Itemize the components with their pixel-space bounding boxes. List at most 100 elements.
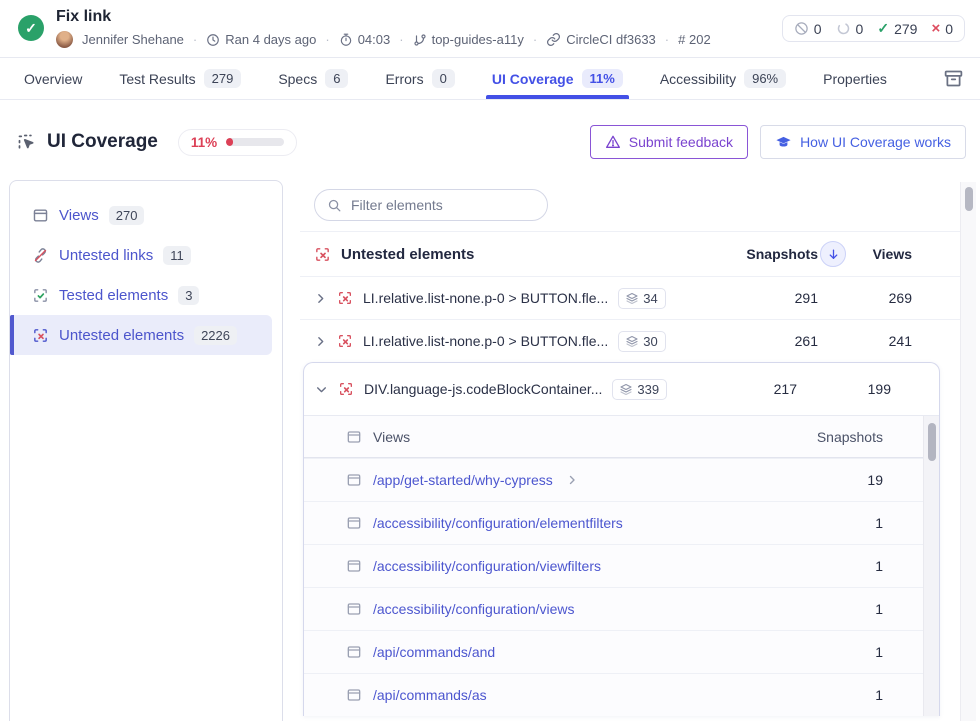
clock-icon (206, 33, 220, 47)
chevron-right-icon[interactable] (314, 292, 327, 305)
pending-count: 0 (836, 21, 864, 37)
view-row[interactable]: /accessibility/configuration/elementfilt… (304, 501, 939, 544)
snapshots-value: 1 (823, 687, 883, 703)
nested-scrollbar[interactable] (923, 416, 939, 716)
vertical-scrollbar[interactable] (960, 182, 976, 721)
how-ui-coverage-works-button[interactable]: How UI Coverage works (760, 125, 966, 159)
tab-specs[interactable]: Specs6 (278, 58, 348, 99)
tab-errors[interactable]: Errors0 (385, 58, 454, 99)
untested-element-icon (337, 290, 353, 306)
browser-icon (346, 644, 362, 660)
tab-test-results[interactable]: Test Results279 (119, 58, 241, 99)
element-selector: DIV.language-js.codeBlockContainer... (364, 381, 602, 397)
sort-descending-button[interactable] (820, 241, 846, 267)
tab-badge: 0 (432, 69, 455, 88)
untested-element-icon (337, 333, 353, 349)
chevron-down-icon[interactable] (315, 383, 328, 396)
filter-elements-input[interactable] (351, 197, 535, 213)
view-path-link[interactable]: /app/get-started/why-cypress (373, 472, 553, 488)
element-row-expanded[interactable]: DIV.language-js.codeBlockContainer... 33… (304, 363, 939, 415)
coverage-score-badge: 11% (178, 129, 297, 156)
run-ci-provider[interactable]: CircleCI df3633 (546, 32, 656, 47)
snapshots-value: 1 (823, 515, 883, 531)
untested-element-icon (314, 246, 331, 263)
view-row[interactable]: /app/get-started/why-cypress 19 (304, 458, 939, 501)
separator: · (325, 32, 329, 47)
run-passed-icon: ✓ (18, 15, 44, 41)
run-header: ✓ Fix link Jennifer Shehane · Ran 4 days… (0, 0, 980, 58)
view-path-link[interactable]: /accessibility/configuration/views (373, 601, 575, 617)
submit-feedback-button[interactable]: Submit feedback (590, 125, 748, 159)
table-title: Untested elements (341, 246, 474, 263)
ci-link-icon (546, 32, 561, 47)
tab-overview[interactable]: Overview (24, 58, 82, 99)
view-row[interactable]: /accessibility/configuration/views 1 (304, 587, 939, 630)
sidebar-item-untested-elements[interactable]: Untested elements 2226 (10, 315, 272, 355)
view-row[interactable]: /api/commands/as 1 (304, 673, 939, 716)
layers-icon (626, 292, 638, 304)
views-value: 199 (827, 381, 891, 397)
view-path-link[interactable]: /api/commands/and (373, 644, 495, 660)
view-row[interactable]: /accessibility/configuration/viewfilters… (304, 544, 939, 587)
element-selector: LI.relative.list-none.p-0 > BUTTON.fle..… (363, 333, 608, 349)
arrow-down-icon (827, 248, 840, 261)
run-author: Jennifer Shehane (82, 32, 184, 47)
sidebar-item-views[interactable]: Views 270 (10, 195, 272, 235)
run-duration: 04:03 (339, 32, 391, 47)
view-row[interactable]: /api/commands/and 1 (304, 630, 939, 673)
archive-run-button[interactable] (943, 58, 964, 99)
skipped-icon (794, 21, 809, 36)
browser-icon (346, 601, 362, 617)
filter-elements-field[interactable] (314, 189, 548, 221)
tab-badge: 96% (744, 69, 786, 88)
untested-element-icon (32, 327, 49, 344)
element-count-badge: 30 (618, 331, 665, 352)
snapshots-value: 1 (823, 644, 883, 660)
run-build-number: # 202 (678, 32, 711, 47)
views-value: 241 (848, 333, 912, 349)
separator: · (193, 32, 197, 47)
snapshots-value: 261 (728, 333, 818, 349)
run-result-counts: 0 0 ✓ 279 × 0 (782, 15, 965, 42)
tab-accessibility[interactable]: Accessibility96% (660, 58, 786, 99)
table-header: Untested elements Snapshots Views (300, 232, 960, 276)
graduation-cap-icon (775, 134, 792, 151)
view-path-link[interactable]: /accessibility/configuration/viewfilters (373, 558, 601, 574)
view-path-link[interactable]: /api/commands/as (373, 687, 487, 703)
separator: · (665, 32, 669, 47)
count-badge: 3 (178, 286, 199, 305)
failed-count: × 0 (931, 20, 953, 37)
failed-icon: × (931, 20, 940, 37)
column-header-views[interactable]: Views (848, 246, 912, 262)
sidebar-item-untested-links[interactable]: Untested links 11 (10, 235, 272, 275)
scrollbar-thumb[interactable] (928, 423, 936, 461)
views-sub-table: Views Snapshots /app/get-started/why-cyp… (304, 415, 939, 716)
element-selector: LI.relative.list-none.p-0 > BUTTON.fle..… (363, 290, 608, 306)
page-title: UI Coverage (47, 131, 158, 153)
run-time: Ran 4 days ago (206, 32, 316, 47)
element-row[interactable]: LI.relative.list-none.p-0 > BUTTON.fle..… (300, 276, 960, 319)
coverage-percent: 11% (191, 135, 217, 150)
views-value: 269 (848, 290, 912, 306)
ui-coverage-icon (16, 132, 37, 153)
element-row[interactable]: LI.relative.list-none.p-0 > BUTTON.fle..… (300, 319, 960, 362)
separator: · (533, 32, 537, 47)
run-branch[interactable]: top-guides-a11y (413, 32, 524, 47)
avatar (56, 31, 73, 48)
coverage-progress-bar (226, 138, 284, 146)
scrollbar-thumb[interactable] (965, 187, 973, 211)
git-branch-icon (413, 33, 427, 47)
tab-ui-coverage[interactable]: UI Coverage11% (492, 58, 623, 99)
sidebar-item-tested-elements[interactable]: Tested elements 3 (10, 275, 272, 315)
snapshots-value: 1 (823, 558, 883, 574)
ui-coverage-content: Views 270 Untested links 11 Tested eleme… (0, 180, 980, 721)
browser-icon (346, 515, 362, 531)
column-header-snapshots[interactable]: Snapshots (728, 246, 818, 262)
chevron-right-icon[interactable] (314, 335, 327, 348)
view-path-link[interactable]: /accessibility/configuration/elementfilt… (373, 515, 623, 531)
snapshots-value: 19 (823, 472, 883, 488)
tab-properties[interactable]: Properties (823, 58, 887, 99)
count-badge: 11 (163, 246, 191, 265)
layers-icon (620, 383, 632, 395)
pending-icon (836, 21, 851, 36)
